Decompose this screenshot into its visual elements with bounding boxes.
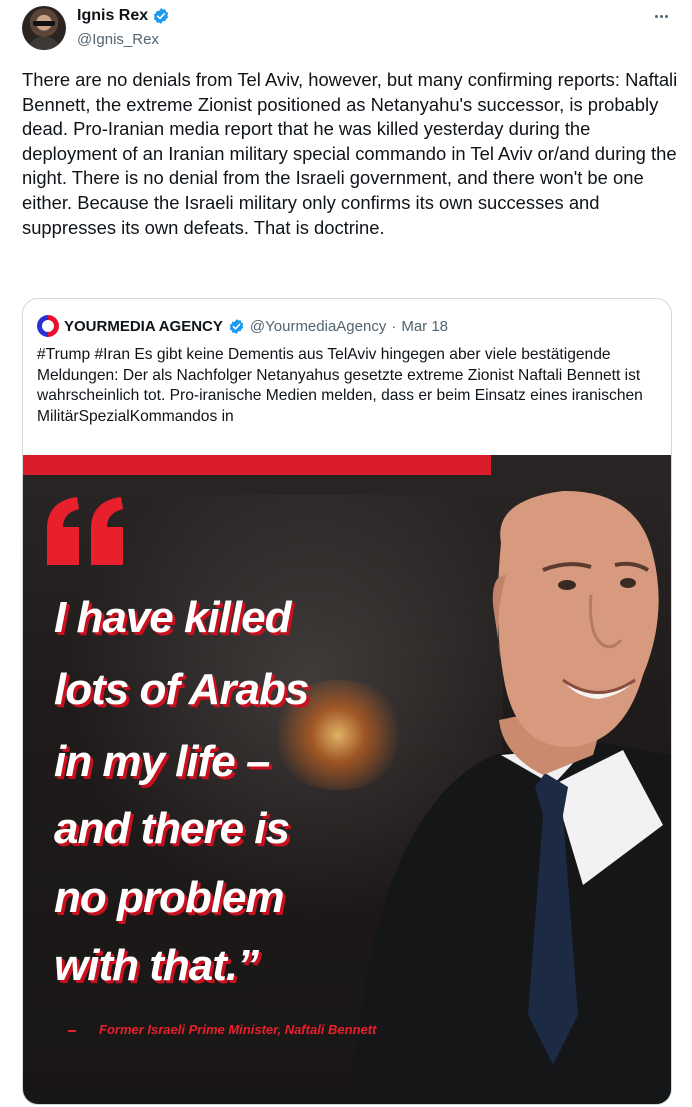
quoted-tweet-image[interactable]: I have killed lots of Arabs in my life –… xyxy=(23,455,671,1104)
author-name-row[interactable]: Ignis Rex xyxy=(77,7,170,25)
quoted-author-name[interactable]: YOURMEDIA AGENCY xyxy=(64,318,223,335)
quoted-tweet-date[interactable]: Mar 18 xyxy=(401,318,448,335)
tweet-text: There are no denials from Tel Aviv, howe… xyxy=(22,69,678,238)
avatar-shirt xyxy=(28,37,60,50)
attribution-dash xyxy=(68,1030,76,1032)
verified-badge-icon xyxy=(152,7,170,25)
author-avatar[interactable] xyxy=(22,6,66,50)
separator-dot: · xyxy=(391,317,397,335)
quoted-tweet-text: #Trump #Iran Es gibt keine Dementis aus … xyxy=(37,346,643,425)
quoted-tweet-card[interactable]: YOURMEDIA AGENCY @YourmediaAgency · Mar … xyxy=(22,298,672,1105)
avatar-sunglasses xyxy=(33,21,55,26)
image-attribution: Former Israeli Prime Minister, Naftali B… xyxy=(99,1022,377,1037)
quoted-author-handle[interactable]: @YourmediaAgency xyxy=(250,318,386,335)
portrait-photo xyxy=(353,490,671,1104)
quoted-tweet-header: YOURMEDIA AGENCY @YourmediaAgency · Mar … xyxy=(37,315,448,337)
verified-badge-icon xyxy=(228,318,245,335)
author-display-name[interactable]: Ignis Rex xyxy=(77,7,148,25)
more-options-icon[interactable] xyxy=(650,8,672,24)
yourmedia-agency-logo-icon[interactable] xyxy=(37,315,59,337)
author-handle[interactable]: @Ignis_Rex xyxy=(77,31,159,48)
